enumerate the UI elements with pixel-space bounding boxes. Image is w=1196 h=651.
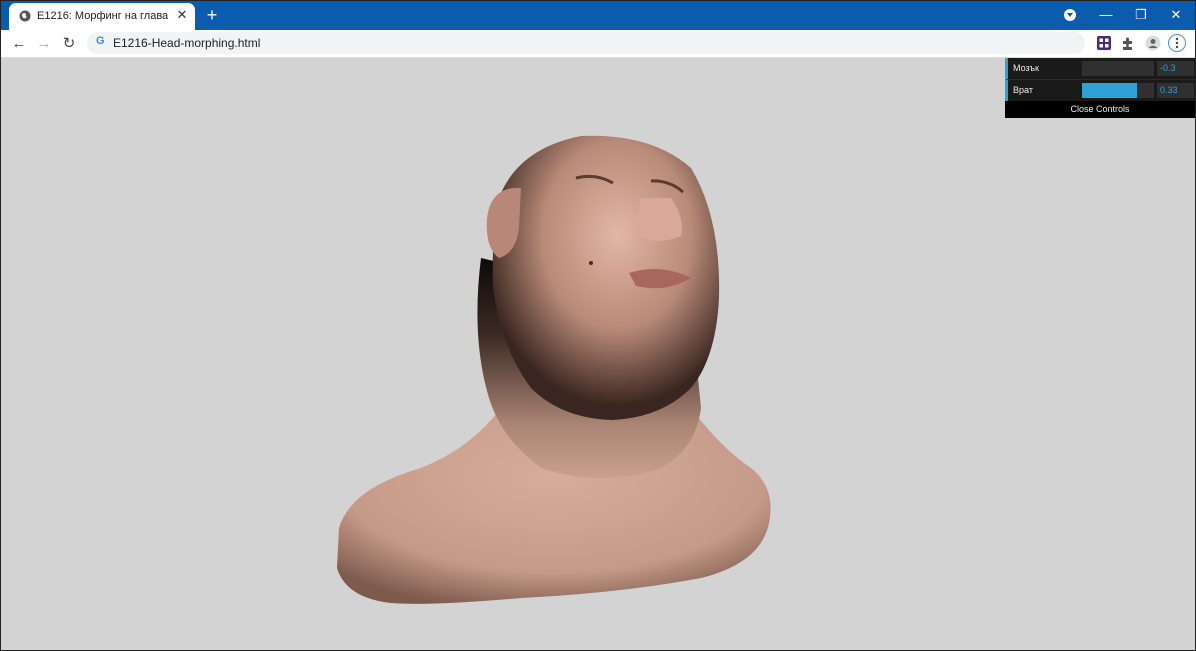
browser-window: E1216: Морфинг на глава ✕ + — ❐ ✕ ← → ↻ … — [0, 0, 1196, 651]
control-row-neck: Врат 0.33 — [1005, 80, 1195, 102]
controls-panel: Мозък -0.3 Врат 0.33 Close Controls — [1005, 58, 1195, 118]
restore-button[interactable]: ❐ — [1130, 5, 1152, 25]
webgl-canvas[interactable] — [1, 58, 1195, 650]
reload-icon[interactable]: ↻ — [59, 34, 79, 54]
globe-icon — [19, 10, 31, 22]
url-text[interactable]: E1216-Head-morphing.html — [113, 36, 260, 50]
tab-strip: E1216: Морфинг на глава ✕ + — ❐ ✕ — [1, 1, 1195, 30]
new-tab-button[interactable]: + — [202, 5, 222, 25]
neck-value-input[interactable]: 0.33 — [1157, 83, 1194, 98]
profile-icon[interactable] — [1145, 35, 1161, 51]
brain-slider[interactable] — [1082, 61, 1154, 76]
neck-slider[interactable] — [1082, 83, 1154, 98]
tab-search-icon[interactable] — [1064, 9, 1076, 21]
minimize-button[interactable]: — — [1095, 5, 1117, 25]
extensions-puzzle-icon[interactable] — [1120, 35, 1136, 51]
head-model — [337, 135, 771, 604]
forward-icon[interactable]: → — [34, 34, 54, 54]
tab-title: E1216: Морфинг на глава — [37, 10, 169, 22]
control-label: Врат — [1013, 85, 1033, 95]
close-controls-button[interactable]: Close Controls — [1005, 101, 1195, 118]
browser-toolbar: ← → ↻ G E1216-Head-morphing.html — [1, 30, 1195, 58]
tab-close-icon[interactable]: ✕ — [175, 7, 189, 23]
control-row-brain: Мозък -0.3 — [1005, 58, 1195, 80]
close-window-button[interactable]: ✕ — [1165, 5, 1187, 25]
address-bar[interactable]: G E1216-Head-morphing.html — [87, 32, 1085, 54]
control-label: Мозък — [1013, 63, 1039, 73]
slider-fill — [1082, 83, 1137, 98]
back-icon[interactable]: ← — [9, 34, 29, 54]
brain-value-input[interactable]: -0.3 — [1157, 61, 1194, 76]
google-icon: G — [96, 35, 105, 47]
extension-grid-icon[interactable] — [1096, 35, 1112, 51]
tab-active[interactable]: E1216: Морфинг на глава ✕ — [9, 3, 195, 30]
menu-dots-icon[interactable] — [1168, 34, 1186, 52]
